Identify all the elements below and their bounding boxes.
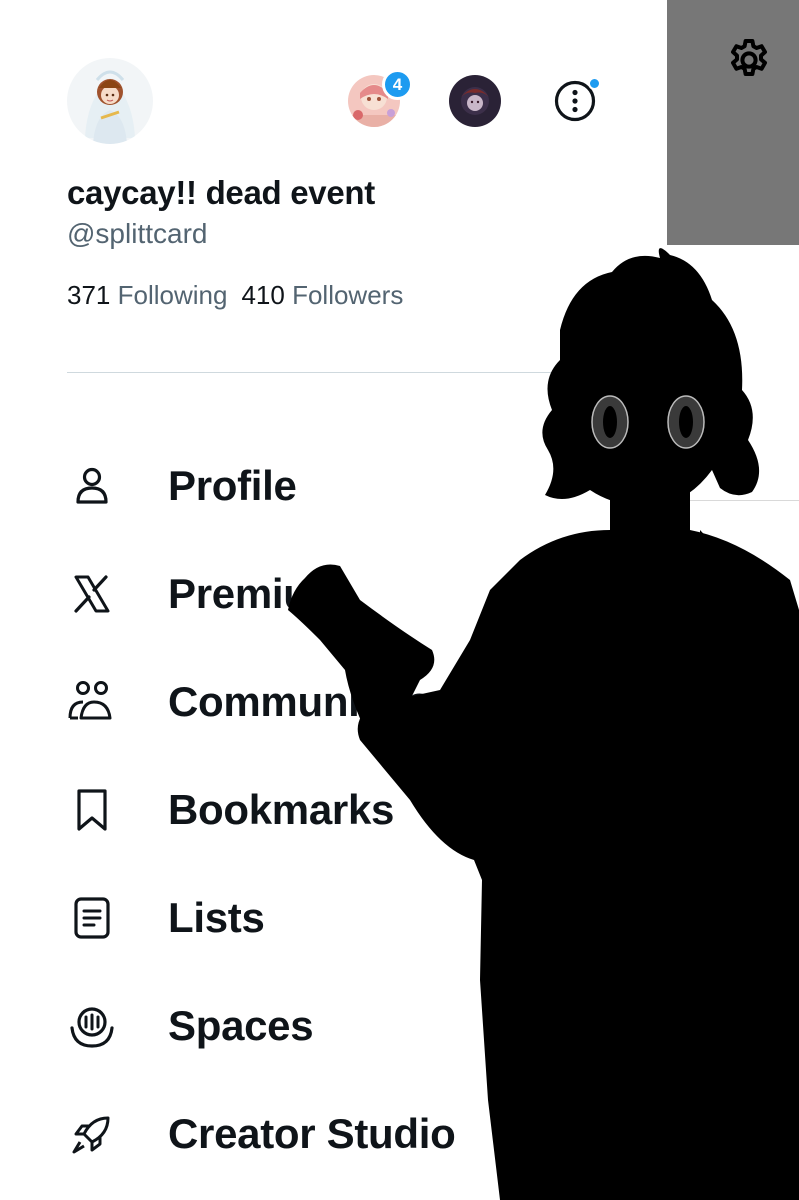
menu-item-label: Profile: [168, 462, 297, 509]
avatar-image: [449, 75, 501, 127]
menu-item-premium[interactable]: Premium: [60, 558, 620, 630]
list-icon: [60, 886, 124, 950]
side-drawer: 4 caycay!! dead event @splittcard 371 Fo…: [0, 0, 667, 1200]
following-link[interactable]: 371 Following: [67, 280, 227, 310]
gear-icon[interactable]: [725, 36, 773, 84]
menu-item-creator-studio[interactable]: Creator Studio: [60, 1098, 620, 1170]
menu-item-label: Creator Studio: [168, 1110, 456, 1157]
background-app-dimmed: [667, 0, 799, 1200]
divider: [67, 372, 667, 373]
menu-item-label: Communities: [168, 678, 431, 725]
following-label: Following: [117, 280, 228, 310]
display-name[interactable]: caycay!! dead event: [67, 174, 375, 212]
avatar-image: [67, 58, 153, 144]
account-switch-avatar[interactable]: [449, 75, 501, 127]
communities-icon: [60, 670, 124, 734]
notification-badge: 4: [382, 69, 413, 100]
bookmark-icon: [60, 778, 124, 842]
menu-item-label: Lists: [168, 894, 265, 941]
menu-item-bookmarks[interactable]: Bookmarks: [60, 774, 620, 846]
person-icon: [60, 454, 124, 518]
following-count: 371: [67, 280, 111, 310]
menu-item-label: Spaces: [168, 1002, 314, 1049]
x-logo-icon: [60, 562, 124, 626]
username-handle: @splittcard: [67, 218, 208, 249]
spaces-icon: [60, 994, 124, 1058]
menu-item-profile[interactable]: Profile: [60, 450, 620, 522]
divider: [667, 858, 799, 859]
menu-item-lists[interactable]: Lists: [60, 882, 620, 954]
follow-stats: 371 Following 410 Followers: [67, 280, 403, 311]
rocket-icon: [60, 1102, 124, 1166]
followers-link[interactable]: 410 Followers: [241, 280, 403, 310]
followers-label: Followers: [292, 280, 404, 310]
menu-item-communities[interactable]: Communities: [60, 666, 620, 738]
menu-item-label: Premium: [168, 570, 346, 617]
divider: [667, 500, 799, 501]
menu-item-label: Bookmarks: [168, 786, 395, 833]
unread-dot: [588, 77, 601, 90]
menu-item-spaces[interactable]: Spaces: [60, 990, 620, 1062]
followers-count: 410: [241, 280, 285, 310]
avatar[interactable]: [67, 58, 153, 144]
